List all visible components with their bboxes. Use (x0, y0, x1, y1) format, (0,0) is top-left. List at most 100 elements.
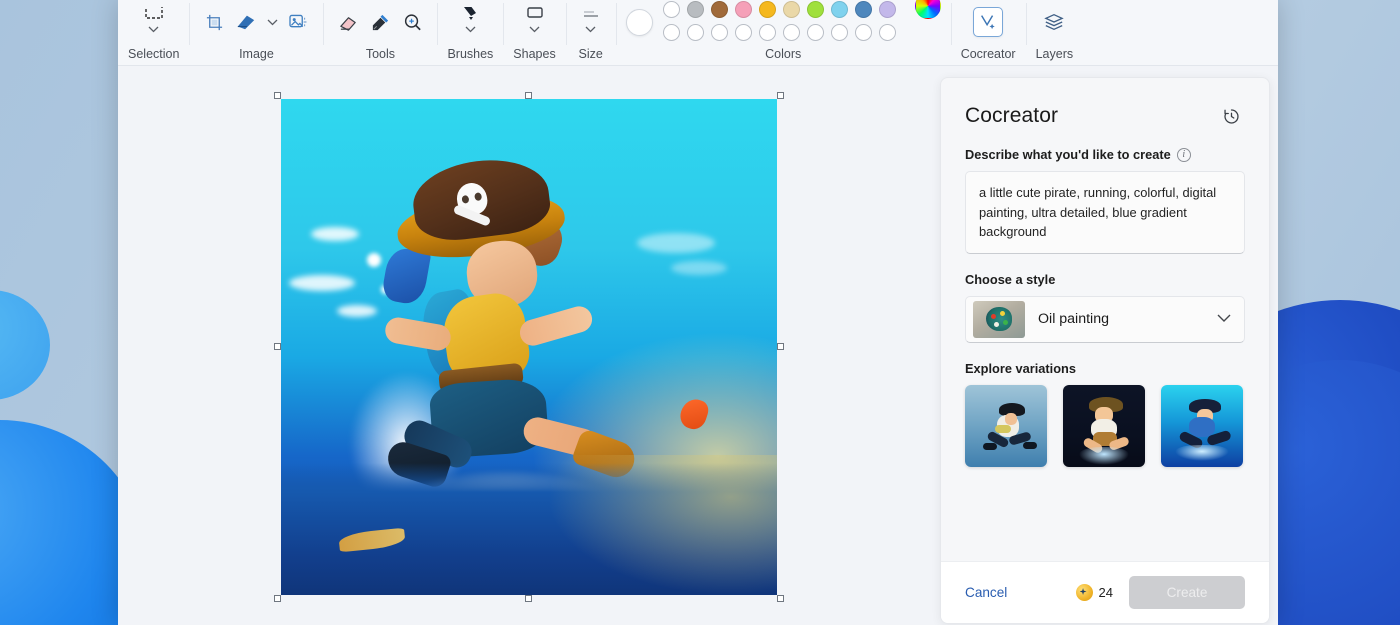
ribbon-group-label: Tools (366, 43, 395, 65)
chevron-down-icon[interactable] (263, 13, 281, 31)
variations-gallery (965, 385, 1245, 467)
variation-thumbnail-1[interactable] (965, 385, 1047, 467)
selection-handle-se[interactable] (777, 595, 784, 602)
color-swatch-4[interactable] (735, 1, 752, 18)
chevron-down-icon[interactable] (582, 21, 600, 37)
ribbon-toolbar: Selection (118, 0, 1278, 66)
color-wheel-icon[interactable] (915, 0, 941, 19)
shapes-icon (525, 7, 545, 21)
custom-color-slot-10[interactable] (879, 24, 896, 41)
selection-handle-nw[interactable] (274, 92, 281, 99)
prompt-input[interactable]: a little cute pirate, running, colorful,… (965, 171, 1245, 254)
selection-handle-e[interactable] (777, 343, 784, 350)
ribbon-group-label: Selection (128, 43, 179, 65)
remove-background-button[interactable] (283, 7, 313, 37)
color-swatch-5[interactable] (759, 1, 776, 18)
page-title: Cocreator (965, 104, 1058, 128)
ribbon-group-shapes: Shapes (503, 0, 565, 65)
custom-color-slot-4[interactable] (735, 24, 752, 41)
brush-icon (460, 7, 480, 21)
custom-color-slot-6[interactable] (783, 24, 800, 41)
selection-handle-sw[interactable] (274, 595, 281, 602)
color-swatch-grid[interactable] (663, 1, 899, 44)
create-button[interactable]: Create (1129, 576, 1245, 609)
style-label: Choose a style (965, 272, 1245, 287)
canvas-area[interactable]: Cocreator Describe what you'd like to cr… (118, 66, 1278, 625)
ribbon-group-tools: Tools (323, 0, 437, 65)
ribbon-group-label: Size (579, 43, 603, 65)
cocreator-panel: Cocreator Describe what you'd like to cr… (940, 77, 1270, 624)
style-dropdown[interactable]: Oil painting (965, 296, 1245, 343)
chevron-down-icon[interactable] (145, 21, 163, 37)
cancel-button[interactable]: Cancel (965, 585, 1007, 600)
history-icon[interactable] (1217, 102, 1245, 130)
brushes-button[interactable] (455, 7, 485, 37)
current-color-swatch[interactable] (626, 9, 653, 36)
selection-handle-s[interactable] (525, 595, 532, 602)
resize-skew-icon[interactable] (231, 7, 261, 37)
size-icon (581, 7, 601, 21)
credit-coin-icon (1076, 584, 1093, 601)
chevron-down-icon[interactable] (461, 21, 479, 37)
ribbon-group-cocreator: Cocreator (951, 0, 1026, 65)
rectangular-selection-icon (144, 7, 164, 21)
ribbon-group-label: Image (239, 43, 274, 65)
custom-color-slot-3[interactable] (711, 24, 728, 41)
color-swatch-7[interactable] (807, 1, 824, 18)
canvas-artwork[interactable] (281, 99, 777, 595)
custom-color-slot-5[interactable] (759, 24, 776, 41)
ribbon-group-selection: Selection (118, 0, 189, 65)
custom-color-slot-9[interactable] (855, 24, 872, 41)
variation-thumbnail-2[interactable] (1063, 385, 1145, 467)
crop-icon[interactable] (199, 7, 229, 37)
credits-indicator: 24 (1076, 584, 1113, 601)
ribbon-group-brushes: Brushes (437, 0, 503, 65)
canvas-image-selection[interactable] (281, 99, 777, 595)
info-icon[interactable]: i (1177, 148, 1191, 162)
cocreator-footer: Cancel 24 Create (941, 561, 1269, 623)
variation-thumbnail-3[interactable] (1161, 385, 1243, 467)
color-swatch-10[interactable] (879, 1, 896, 18)
style-selected-value: Oil painting (1038, 311, 1204, 327)
custom-color-slot-8[interactable] (831, 24, 848, 41)
wallpaper-blob-left-small (0, 290, 50, 400)
color-swatch-6[interactable] (783, 1, 800, 18)
cocreator-icon[interactable] (973, 7, 1003, 37)
selection-handle-ne[interactable] (777, 92, 784, 99)
cocreator-panel-body: Cocreator Describe what you'd like to cr… (941, 78, 1269, 561)
style-thumbnail-icon (973, 301, 1025, 338)
color-swatch-3[interactable] (711, 1, 728, 18)
ribbon-group-label: Cocreator (961, 43, 1016, 65)
ribbon-group-layers: Layers (1026, 0, 1084, 65)
ribbon-group-image: Image (189, 0, 323, 65)
prompt-label-text: Describe what you'd like to create (965, 147, 1171, 162)
ribbon-group-size: Size (566, 0, 616, 65)
color-swatch-1[interactable] (663, 1, 680, 18)
selection-handle-w[interactable] (274, 343, 281, 350)
ribbon-group-label: Shapes (513, 43, 555, 65)
cocreator-header: Cocreator (965, 102, 1245, 130)
prompt-label: Describe what you'd like to create i (965, 147, 1245, 162)
eraser-icon[interactable] (333, 7, 363, 37)
color-palette[interactable] (626, 1, 941, 43)
variations-label: Explore variations (965, 361, 1245, 376)
chevron-down-icon[interactable] (1217, 310, 1231, 328)
chevron-down-icon[interactable] (526, 21, 544, 37)
ribbon-group-label: Brushes (447, 43, 493, 65)
magnifier-icon[interactable] (397, 7, 427, 37)
selection-handle-n[interactable] (525, 92, 532, 99)
custom-color-slot-2[interactable] (687, 24, 704, 41)
layers-icon[interactable] (1039, 7, 1069, 37)
custom-color-slot-1[interactable] (663, 24, 680, 41)
color-picker-icon[interactable] (365, 7, 395, 37)
color-swatch-8[interactable] (831, 1, 848, 18)
ribbon-group-label: Layers (1036, 43, 1074, 65)
color-swatch-2[interactable] (687, 1, 704, 18)
custom-color-slot-7[interactable] (807, 24, 824, 41)
remove-background-icon (288, 14, 308, 30)
color-swatch-9[interactable] (855, 1, 872, 18)
ribbon-group-label: Colors (765, 43, 801, 65)
rectangular-selection-button[interactable] (139, 7, 169, 37)
shapes-button[interactable] (520, 7, 550, 37)
size-button[interactable] (576, 7, 606, 37)
